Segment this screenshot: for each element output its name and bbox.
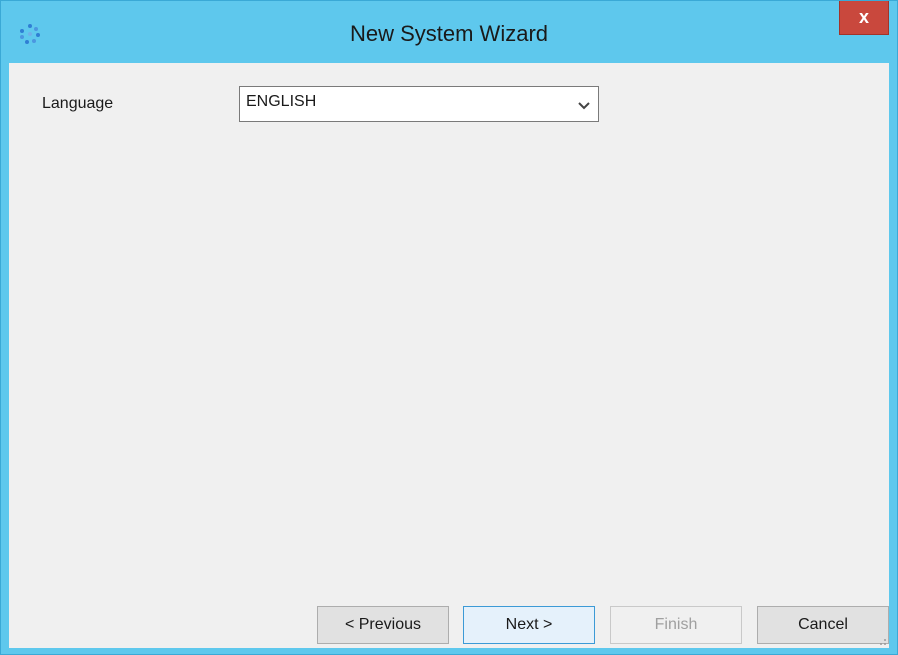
previous-button[interactable]: < Previous [317,606,449,644]
language-dropdown-value: ENGLISH [246,93,317,110]
wizard-window: New System Wizard x Language ENGLISH < P… [0,0,898,655]
language-dropdown[interactable]: ENGLISH [239,86,599,122]
next-button[interactable]: Next > [463,606,595,644]
cancel-button[interactable]: Cancel [757,606,889,644]
resize-grip-icon[interactable] [877,636,887,646]
close-button[interactable]: x [839,1,889,35]
chevron-down-icon [578,102,590,110]
title-bar[interactable]: New System Wizard x [1,1,897,63]
wizard-content: Language ENGLISH < Previous Next > Finis… [9,63,889,648]
finish-button[interactable]: Finish [610,606,742,644]
language-label: Language [42,95,114,112]
window-title: New System Wizard [349,21,549,46]
